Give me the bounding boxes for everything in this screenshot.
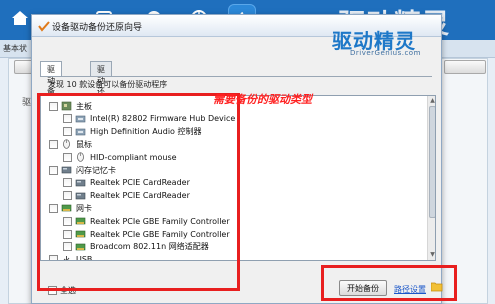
app-right-button[interactable] xyxy=(444,60,486,74)
dialog-logo-url: DriverGenius.com xyxy=(350,49,421,57)
app-icon xyxy=(38,21,50,32)
device-list-highlight xyxy=(37,93,240,291)
tree-scrollbar[interactable]: ▲ ▼ xyxy=(427,96,435,260)
tab-backup[interactable]: 驱动备份 xyxy=(40,61,62,107)
backup-actions-highlight xyxy=(321,265,457,301)
home-icon xyxy=(12,11,28,25)
home-nav-button[interactable] xyxy=(6,4,34,32)
scroll-up-icon[interactable]: ▲ xyxy=(429,97,435,105)
device-count-text: 发现 10 款设备可以备份驱动程序 xyxy=(48,80,168,89)
annotation-text: 需要备份的驱动类型 xyxy=(213,93,312,106)
tab-divider xyxy=(40,76,432,77)
scroll-thumb[interactable] xyxy=(429,106,435,218)
status-text: 基本状 xyxy=(3,44,27,53)
app-side-text: 驱 xyxy=(22,98,32,108)
tab-restore[interactable]: 驱动还原 xyxy=(90,61,112,107)
dialog-title: 设备驱动备份还原向导 xyxy=(52,23,143,33)
scroll-down-icon[interactable]: ▼ xyxy=(429,251,435,259)
